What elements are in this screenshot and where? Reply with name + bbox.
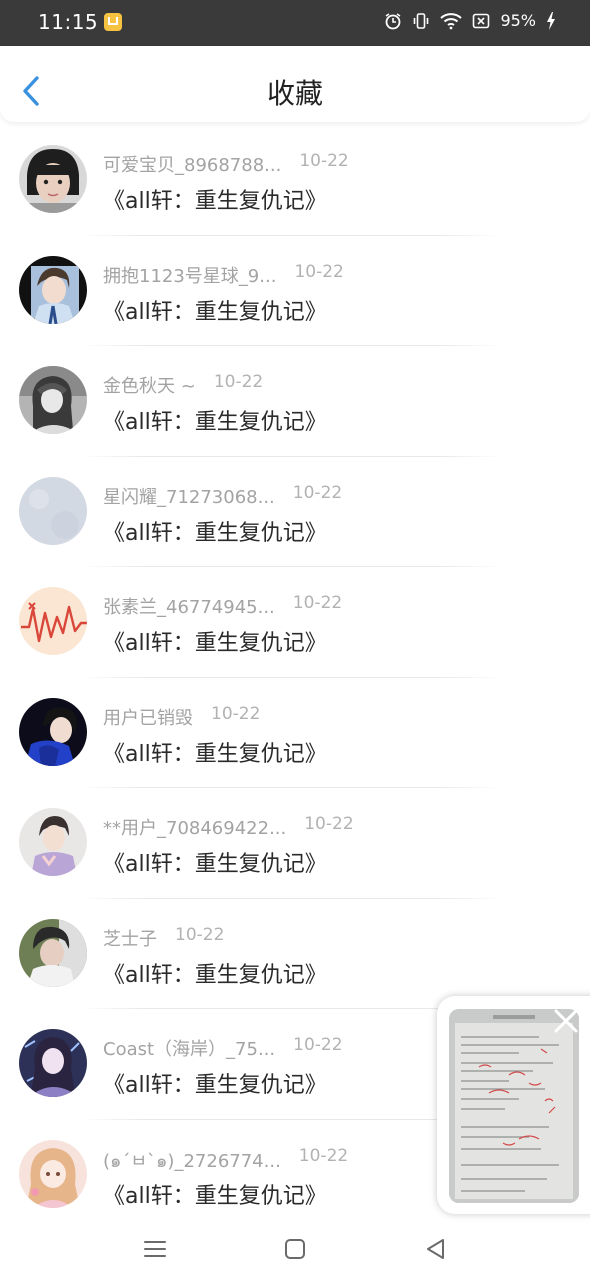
list-item[interactable]: 金色秋天 ~ 10-22 《all轩：重生复仇记》 (0, 346, 590, 457)
list-item[interactable]: 可爱宝贝_8968788... 10-22 《all轩：重生复仇记》 (0, 125, 590, 236)
nav-back-button[interactable] (421, 1234, 451, 1264)
status-time: 11:15 (38, 10, 99, 34)
status-bar: 11:15 95% (0, 0, 590, 46)
battery-percent: 95% (500, 11, 536, 30)
home-icon (285, 1239, 305, 1259)
item-title[interactable]: 《all轩：重生复仇记》 (103, 846, 327, 878)
item-meta: 张素兰_46774945... 10-22 (103, 593, 342, 619)
charging-icon (546, 11, 556, 30)
item-date: 10-22 (298, 1145, 349, 1166)
page-title: 收藏 (266, 77, 323, 110)
list-item[interactable]: 用户已销毁 10-22 《all轩：重生复仇记》 (0, 678, 590, 788)
close-button[interactable] (553, 1008, 579, 1034)
item-title[interactable]: 《all轩：重生复仇记》 (103, 183, 327, 215)
username: 星闪耀_71273068... (103, 486, 275, 508)
item-title[interactable]: 《all轩：重生复仇记》 (103, 736, 327, 768)
system-nav-bar (0, 1224, 590, 1280)
username: 张素兰_46774945... (103, 597, 275, 618)
floating-window[interactable] (437, 996, 590, 1214)
item-date: 10-22 (294, 261, 344, 282)
list-item[interactable]: 拥抱1123号星球_9... 10-22 《all轩：重生复仇记》 (0, 236, 590, 346)
avatar (19, 808, 87, 876)
username: 拥抱1123号星球_9... (103, 265, 277, 287)
username: 可爱宝贝_8968788... (103, 155, 282, 176)
avatar (19, 1029, 87, 1097)
item-date: 10-22 (304, 814, 354, 834)
item-date: 10-22 (211, 703, 261, 724)
avatar (19, 587, 87, 655)
menu-button[interactable] (140, 1234, 170, 1264)
username: 用户已销毁 (103, 707, 193, 729)
list-item[interactable]: 芝士子 10-22 《all轩：重生复仇记》 (0, 899, 590, 1009)
item-meta: 星闪耀_71273068... 10-22 (103, 483, 342, 509)
list-item[interactable]: 星闪耀_71273068... 10-22 《all轩：重生复仇记》 (0, 457, 590, 567)
home-button[interactable] (280, 1234, 310, 1264)
item-date: 10-22 (213, 372, 264, 392)
sim-off-icon (472, 12, 490, 30)
item-title[interactable]: 《all轩：重生复仇记》 (103, 294, 327, 326)
item-meta: 拥抱1123号星球_9... 10-22 (103, 262, 344, 288)
list-item[interactable]: 张素兰_46774945... 10-22 《all轩：重生复仇记》 (0, 567, 590, 678)
username: 芝士子 (103, 928, 157, 950)
item-title[interactable]: 《all轩：重生复仇记》 (103, 515, 327, 547)
item-meta: 可爱宝贝_8968788... 10-22 (103, 151, 349, 177)
username: **用户_708469422... (103, 818, 287, 839)
page-header: 收藏 (0, 46, 590, 122)
item-title[interactable]: 《all轩：重生复仇记》 (103, 404, 327, 436)
document-preview[interactable] (449, 1009, 579, 1203)
item-meta: 用户已销毁 10-22 (103, 704, 260, 730)
menu-icon (144, 1241, 166, 1257)
back-icon (427, 1239, 444, 1259)
vibrate-icon (412, 12, 430, 30)
item-meta: (๑´ㅂ`๑)_2726774... 10-22 (103, 1146, 348, 1175)
item-meta: Coast（海岸）_75... 10-22 (103, 1035, 343, 1061)
avatar (19, 145, 87, 213)
item-title[interactable]: 《all轩：重生复仇记》 (103, 1178, 327, 1210)
avatar (19, 255, 87, 324)
item-title[interactable]: 《all轩：重生复仇记》 (103, 1067, 327, 1099)
item-date: 10-22 (175, 924, 225, 945)
avatar (19, 366, 87, 434)
item-title[interactable]: 《all轩：重生复仇记》 (103, 625, 327, 657)
item-meta: 芝士子 10-22 (103, 925, 224, 951)
item-meta: 金色秋天 ~ 10-22 (103, 372, 263, 398)
item-date: 10-22 (299, 151, 349, 171)
avatar (19, 697, 87, 766)
avatar (19, 476, 87, 545)
item-date: 10-22 (292, 482, 343, 503)
avatar (19, 918, 87, 987)
wifi-icon (440, 12, 463, 30)
list-item[interactable]: **用户_708469422... 10-22 《all轩：重生复仇记》 (0, 788, 590, 899)
avatar (19, 1139, 87, 1208)
alarm-icon (384, 12, 402, 30)
item-date: 10-22 (292, 593, 343, 613)
username: (๑´ㅂ`๑)_2726774... (103, 1150, 281, 1172)
item-title[interactable]: 《all轩：重生复仇记》 (103, 957, 327, 989)
username: 金色秋天 ~ (103, 376, 196, 397)
username: Coast（海岸）_75... (103, 1039, 276, 1060)
item-date: 10-22 (293, 1035, 343, 1055)
close-icon (554, 1009, 578, 1033)
item-meta: **用户_708469422... 10-22 (103, 814, 354, 840)
app-notification-icon (104, 13, 122, 31)
status-icons: 95% (384, 11, 556, 30)
